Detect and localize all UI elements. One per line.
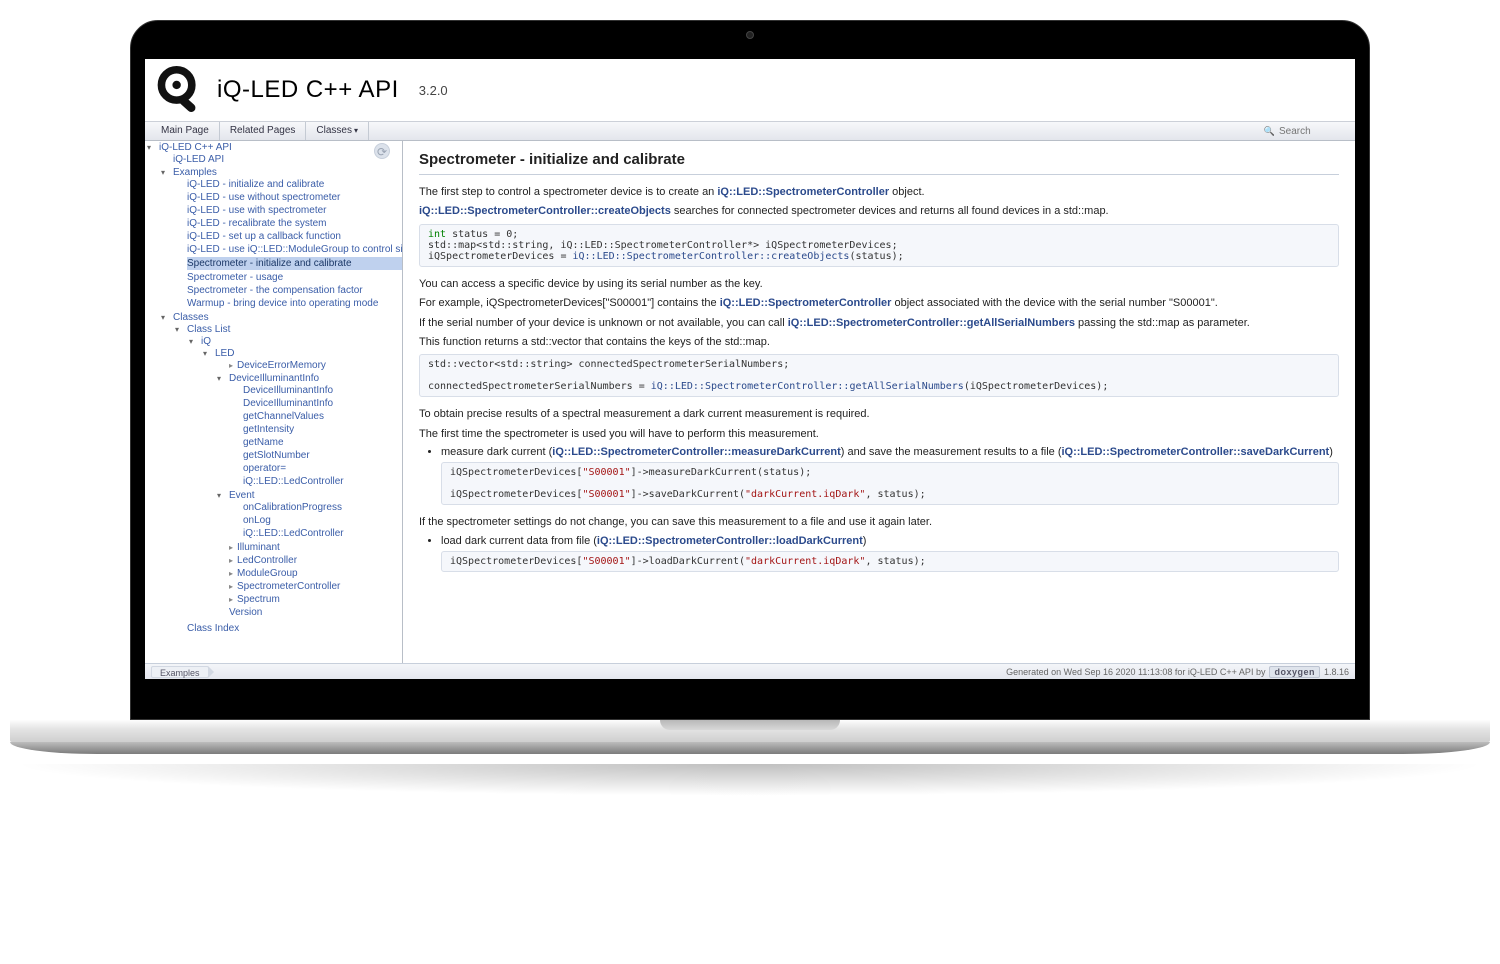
sidebar-member-item[interactable]: onLog — [243, 515, 271, 526]
content-area: Spectrometer - initialize and calibrate … — [403, 141, 1355, 663]
sidebar-example-item[interactable]: iQ-LED - recalibrate the system — [187, 218, 327, 229]
sidebar-example-item[interactable]: iQ-LED - initialize and calibrate — [187, 179, 324, 190]
tab-related-pages[interactable]: Related Pages — [220, 122, 307, 140]
link-load-dark-current[interactable]: iQ::LED::SpectrometerController::loadDar… — [597, 535, 863, 547]
text: object associated with the device with t… — [891, 297, 1217, 309]
sidebar-example-item[interactable]: Spectrometer - usage — [187, 272, 283, 283]
app-title: iQ-LED C++ API — [217, 76, 399, 104]
text: object. — [889, 186, 924, 198]
text: searches for connected spectrometer devi… — [671, 205, 1109, 217]
code-block: int status = 0; std::map<std::string, iQ… — [419, 224, 1339, 267]
link-get-all-serials[interactable]: iQ::LED::SpectrometerController::getAllS… — [788, 317, 1075, 329]
sidebar-member-item[interactable]: iQ::LED::LedController — [243, 528, 344, 539]
sidebar-member-item[interactable]: DeviceIlluminantInfo — [243, 398, 333, 409]
sidebar-class-item[interactable]: DeviceErrorMemory — [237, 360, 326, 371]
sidebar-example-item[interactable]: Spectrometer - the compensation factor — [187, 285, 363, 296]
sidebar-member-item[interactable]: operator= — [243, 463, 286, 474]
sidebar-example-item-active[interactable]: Spectrometer - initialize and calibrate — [187, 258, 352, 269]
sidebar-class-item[interactable]: ModuleGroup — [237, 568, 298, 579]
chevron-down-icon: ▾ — [354, 126, 358, 135]
link-spectrometer-controller[interactable]: iQ::LED::SpectrometerController — [717, 186, 889, 198]
sidebar-member-item[interactable]: DeviceIlluminantInfo — [243, 385, 333, 396]
chevron-right-icon — [208, 666, 214, 678]
search-input[interactable] — [1279, 126, 1349, 137]
sidebar-example-item[interactable]: Warmup - bring device into operating mod… — [187, 298, 378, 309]
code-block: iQSpectrometerDevices["S00001"]->loadDar… — [441, 551, 1339, 572]
code-block: std::vector<std::string> connectedSpectr… — [419, 354, 1339, 397]
sidebar-class-item[interactable]: Illuminant — [237, 542, 280, 553]
sidebar: ⟳ ▾iQ-LED C++ API iQ-LED API ▾Examples i… — [145, 141, 403, 663]
sidebar-class-item[interactable]: Version — [229, 607, 262, 618]
sidebar-member-item[interactable]: iQ::LED::LedController — [243, 476, 344, 487]
sidebar-member-item[interactable]: getIntensity — [243, 424, 294, 435]
text: If the spectrometer settings do not chan… — [419, 515, 1339, 530]
text: ) and save the measurement results to a … — [841, 446, 1062, 458]
tree-toggle-icon[interactable]: ▾ — [175, 325, 179, 334]
code-block: iQSpectrometerDevices["S00001"]->measure… — [441, 462, 1339, 505]
sidebar-item-examples[interactable]: Examples — [173, 167, 217, 178]
sidebar-class-item[interactable]: SpectrometerController — [237, 581, 340, 592]
text: The first step to control a spectrometer… — [419, 186, 717, 198]
link-spectrometer-controller[interactable]: iQ::LED::SpectrometerController — [720, 297, 892, 309]
text: passing the std::map as parameter. — [1075, 317, 1250, 329]
tree-toggle-icon[interactable]: ▾ — [217, 374, 221, 383]
text: If the serial number of your device is u… — [419, 317, 788, 329]
sidebar-example-item[interactable]: iQ-LED - use iQ::LED::ModuleGroup to con… — [187, 244, 402, 255]
text: This function returns a std::vector that… — [419, 335, 1339, 350]
app-logo-icon — [153, 63, 207, 117]
sidebar-member-item[interactable]: getChannelValues — [243, 411, 324, 422]
tree-toggle-icon[interactable]: ▾ — [203, 349, 207, 358]
doxygen-badge[interactable]: doxygen — [1269, 666, 1320, 678]
text: ) — [1329, 446, 1333, 458]
footer: Examples Generated on Wed Sep 16 2020 11… — [145, 663, 1355, 679]
laptop-camera — [746, 31, 754, 39]
tab-main-page[interactable]: Main Page — [151, 122, 220, 140]
text: load dark current data from file ( — [441, 535, 597, 547]
link-measure-dark-current[interactable]: iQ::LED::SpectrometerController::measure… — [552, 446, 841, 458]
sidebar-item-ns-led[interactable]: LED — [215, 348, 234, 359]
app-version: 3.2.0 — [419, 83, 448, 98]
link-save-dark-current[interactable]: iQ::LED::SpectrometerController::saveDar… — [1061, 446, 1329, 458]
sidebar-example-item[interactable]: iQ-LED - set up a callback function — [187, 231, 341, 242]
footer-doxygen-version: 1.8.16 — [1324, 667, 1349, 677]
text: You can access a specific device by usin… — [419, 277, 1339, 292]
search-icon: 🔍 — [1264, 126, 1275, 137]
text: The first time the spectrometer is used … — [419, 427, 1339, 442]
page-title: Spectrometer - initialize and calibrate — [419, 151, 1339, 175]
sidebar-example-item[interactable]: iQ-LED - use without spectrometer — [187, 192, 340, 203]
tree-toggle-icon[interactable]: ▾ — [161, 313, 165, 322]
text: ) — [863, 535, 867, 547]
sidebar-item-class-index[interactable]: Class Index — [187, 623, 239, 634]
sidebar-class-item[interactable]: DeviceIlluminantInfo — [229, 373, 319, 384]
sidebar-item-classes[interactable]: Classes — [173, 312, 209, 323]
tree-toggle-icon[interactable]: ▾ — [217, 491, 221, 500]
breadcrumb[interactable]: Examples — [151, 666, 209, 678]
link-create-objects[interactable]: iQ::LED::SpectrometerController::createO… — [419, 205, 671, 217]
sidebar-class-item[interactable]: Event — [229, 490, 255, 501]
sidebar-item-ns-iq[interactable]: iQ — [201, 336, 211, 347]
tree-toggle-icon[interactable]: ▾ — [189, 337, 193, 346]
sidebar-class-item[interactable]: LedController — [237, 555, 297, 566]
text: To obtain precise results of a spectral … — [419, 407, 1339, 422]
sidebar-class-item[interactable]: Spectrum — [237, 594, 280, 605]
text: measure dark current ( — [441, 446, 552, 458]
tree-toggle-icon[interactable]: ▾ — [147, 143, 151, 152]
sidebar-member-item[interactable]: getSlotNumber — [243, 450, 310, 461]
text: For example, iQSpectrometerDevices["S000… — [419, 297, 720, 309]
nav-tabs: Main Page Related Pages Classes▾ 🔍 — [145, 121, 1355, 141]
sidebar-member-item[interactable]: onCalibrationProgress — [243, 502, 342, 513]
sidebar-item-class-list[interactable]: Class List — [187, 324, 230, 335]
footer-generated-text: Generated on Wed Sep 16 2020 11:13:08 fo… — [1006, 667, 1265, 677]
sidebar-item-api[interactable]: iQ-LED API — [173, 154, 224, 165]
tab-classes-label: Classes — [316, 125, 352, 136]
sidebar-example-item[interactable]: iQ-LED - use with spectrometer — [187, 205, 327, 216]
sidebar-member-item[interactable]: getName — [243, 437, 284, 448]
tree-toggle-icon[interactable]: ▾ — [161, 168, 165, 177]
tab-classes[interactable]: Classes▾ — [306, 122, 369, 140]
sidebar-root[interactable]: iQ-LED C++ API — [159, 142, 232, 153]
